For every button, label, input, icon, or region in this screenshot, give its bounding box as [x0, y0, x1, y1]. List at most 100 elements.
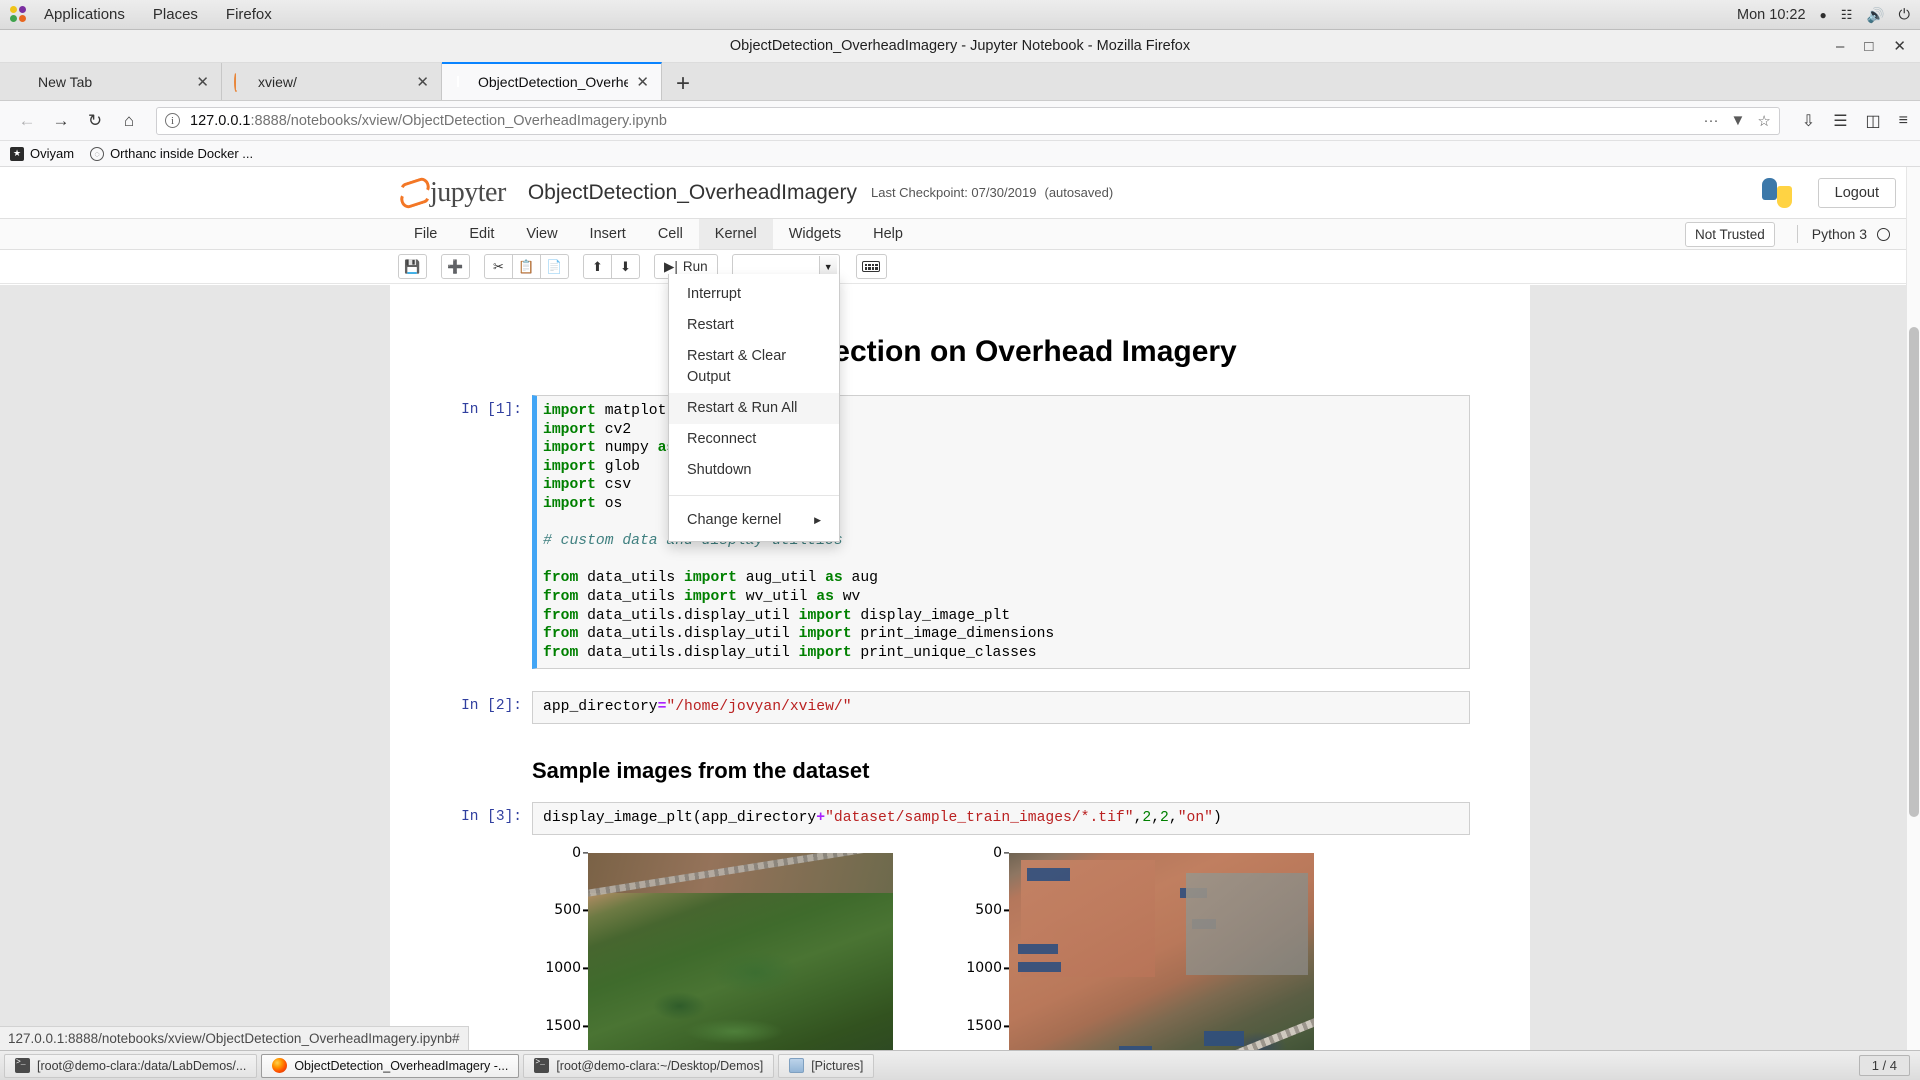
jupyter-brand-text: jupyter — [430, 176, 506, 208]
taskbar-item-label: [root@demo-clara:/data/LabDemos/... — [37, 1058, 247, 1073]
network-icon[interactable]: ☷ — [1841, 7, 1853, 23]
sidebar-icon[interactable]: ◫ — [1866, 111, 1881, 131]
notebook-cell[interactable]: In [2]: app_directory="/home/jovyan/xvie… — [450, 691, 1470, 724]
python-logo-icon — [1761, 177, 1792, 208]
new-tab-button[interactable]: + — [662, 72, 704, 100]
tab-title: xview/ — [258, 73, 297, 90]
menu-help[interactable]: Help — [857, 219, 919, 249]
firefox-window: ObjectDetection_OverheadImagery - Jupyte… — [0, 30, 1920, 1050]
panel-clock[interactable]: Mon 10:22 — [1737, 7, 1806, 23]
section-heading[interactable]: Sample images from the dataset — [532, 758, 1470, 784]
window-list-taskbar: [root@demo-clara:/data/LabDemos/... Obje… — [0, 1050, 1920, 1080]
trust-status-badge[interactable]: Not Trusted — [1684, 221, 1775, 247]
menu-icon[interactable]: ≡ — [1899, 112, 1908, 130]
firefox-tab-bar: New Tab ✕ xview/ ✕ ObjectDetection_Overh… — [0, 62, 1920, 101]
jupyter-logo[interactable]: jupyter — [398, 177, 506, 209]
maximize-button[interactable]: □ — [1864, 39, 1873, 54]
paste-icon[interactable]: 📄 — [540, 254, 569, 279]
browser-tab-objectdetection[interactable]: ObjectDetection_Overhea ✕ — [442, 62, 662, 100]
bookmarks-toolbar: ★ Oviyam ◌ Orthanc inside Docker ... — [0, 141, 1920, 167]
kernel-menu-shutdown[interactable]: Shutdown — [669, 455, 839, 486]
menu-insert[interactable]: Insert — [574, 219, 642, 249]
notebook-name[interactable]: ObjectDetection_OverheadImagery — [528, 181, 857, 205]
menu-view[interactable]: View — [510, 219, 573, 249]
minimize-button[interactable]: – — [1836, 39, 1844, 54]
reload-icon[interactable]: ↻ — [80, 106, 110, 136]
taskbar-item[interactable]: ObjectDetection_OverheadImagery -... — [261, 1053, 520, 1078]
taskbar-item[interactable]: [root@demo-clara:/data/LabDemos/... — [4, 1053, 258, 1078]
home-icon[interactable]: ⌂ — [114, 106, 144, 136]
browser-tab-xview[interactable]: xview/ ✕ — [222, 63, 442, 100]
volume-icon[interactable]: 🔊 — [1866, 7, 1884, 24]
terminal-icon — [15, 1058, 30, 1073]
command-palette-button[interactable] — [855, 254, 887, 279]
places-menu[interactable]: Places — [139, 0, 212, 29]
code-editor[interactable]: display_image_plt(app_directory+"dataset… — [532, 801, 1470, 835]
kernel-dropdown-menu[interactable]: Interrupt Restart Restart & Clear Output… — [668, 274, 840, 543]
applications-menu-icon — [10, 5, 28, 24]
close-icon[interactable]: ✕ — [192, 73, 213, 91]
bookmark-orthanc[interactable]: ◌ Orthanc inside Docker ... — [90, 146, 253, 161]
notebook-cell[interactable]: In [3]: display_image_plt(app_directory+… — [450, 801, 1470, 835]
menu-kernel[interactable]: Kernel — [698, 219, 773, 249]
kernel-menu-interrupt[interactable]: Interrupt — [669, 279, 839, 310]
globe-icon: ◌ — [90, 146, 105, 161]
notebook-scroll-area[interactable]: Object Detection on Overhead Imagery In … — [0, 285, 1920, 1050]
workspace-indicator[interactable]: 1 / 4 — [1858, 1055, 1910, 1076]
applications-menu[interactable]: Applications — [30, 0, 139, 29]
url-path: :8888/notebooks/xview/ObjectDetection_Ov… — [250, 112, 667, 129]
add-icon[interactable]: ➕ — [441, 254, 470, 279]
y-tick-label: 500 — [554, 902, 581, 919]
close-icon[interactable]: ✕ — [412, 73, 433, 91]
browser-tab-new-tab[interactable]: New Tab ✕ — [2, 63, 222, 100]
notebook-cell[interactable]: In [1]: import matplotlib import cv2 imp… — [450, 395, 1470, 670]
scrollbar-thumb[interactable] — [1909, 327, 1919, 817]
keyboard-icon — [862, 261, 881, 272]
y-tick-label: 1000 — [545, 960, 581, 977]
kernel-menu-change-kernel[interactable]: Change kernel ▶ — [669, 505, 839, 536]
taskbar-item[interactable]: [Pictures] — [778, 1053, 875, 1078]
scissors-icon[interactable]: ✂ — [484, 254, 513, 279]
tab-title: New Tab — [38, 73, 93, 90]
copy-icon[interactable]: 📋 — [512, 254, 541, 279]
page-scrollbar[interactable] — [1906, 167, 1920, 1050]
y-axis: 0500100015002000 — [542, 845, 588, 1051]
save-icon[interactable]: 💾 — [398, 254, 427, 279]
pocket-icon[interactable]: ▼ — [1730, 112, 1745, 129]
arrow-up-icon[interactable]: ⬆ — [583, 254, 612, 279]
menu-file[interactable]: File — [398, 219, 453, 249]
forward-icon[interactable]: → — [46, 106, 76, 136]
kernel-menu-restart-clear-output[interactable]: Restart & Clear Output — [669, 341, 839, 393]
chevron-right-icon: ▶ — [814, 515, 821, 526]
bookmark-oviyam[interactable]: ★ Oviyam — [10, 146, 74, 161]
jupyter-toolbar: 💾 ➕ ✂ 📋 📄 ⬆ ⬇ ▶| Run ▼ — [0, 250, 1920, 284]
back-icon[interactable]: ← — [12, 106, 42, 136]
y-tick-label: 0 — [572, 844, 581, 861]
library-icon[interactable]: ☰ — [1833, 111, 1847, 131]
kernel-menu-reconnect[interactable]: Reconnect — [669, 424, 839, 455]
menu-cell[interactable]: Cell — [642, 219, 699, 249]
close-icon[interactable]: ✕ — [632, 73, 653, 91]
url-bar[interactable]: i 127.0.0.1 :8888/notebooks/xview/Object… — [156, 106, 1780, 135]
kernel-menu-restart[interactable]: Restart — [669, 310, 839, 341]
kernel-menu-restart-run-all[interactable]: Restart & Run All — [669, 393, 839, 425]
menu-edit[interactable]: Edit — [453, 219, 510, 249]
site-info-icon[interactable]: i — [165, 113, 180, 128]
taskbar-item[interactable]: [root@demo-clara:~/Desktop/Demos] — [523, 1053, 775, 1078]
code-editor[interactable]: app_directory="/home/jovyan/xview/" — [532, 691, 1470, 724]
power-icon[interactable]: ⏻ — [1899, 7, 1910, 23]
arrow-down-icon[interactable]: ⬇ — [611, 254, 640, 279]
tab-title: ObjectDetection_Overhea — [478, 74, 629, 90]
cell-prompt: In [3]: — [461, 808, 522, 825]
bookmark-star-icon[interactable]: ☆ — [1757, 112, 1770, 130]
run-icon: ▶| — [664, 258, 678, 274]
close-button[interactable]: ✕ — [1893, 39, 1906, 54]
page-actions-icon[interactable]: ··· — [1703, 112, 1718, 129]
active-app-menu[interactable]: Firefox — [212, 0, 286, 29]
download-icon[interactable]: ⇩ — [1802, 111, 1815, 131]
logout-button[interactable]: Logout — [1817, 177, 1896, 208]
notebook-page: Object Detection on Overhead Imagery In … — [390, 285, 1530, 1050]
menu-widgets[interactable]: Widgets — [773, 219, 857, 249]
satellite-image-1 — [588, 852, 893, 1050]
cell-prompt: In [2]: — [461, 698, 522, 715]
